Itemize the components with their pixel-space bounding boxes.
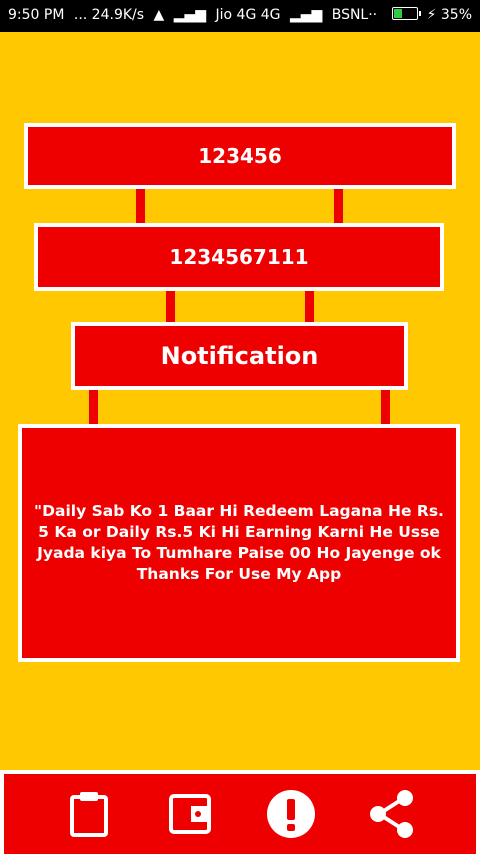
clipboard-icon	[69, 792, 108, 837]
connector	[381, 386, 390, 428]
connector	[89, 386, 98, 428]
bottom-nav-bar	[0, 770, 480, 854]
notification-header[interactable]: Notification	[71, 322, 408, 390]
connector	[166, 287, 175, 326]
share-button[interactable]	[366, 788, 418, 840]
notification-message-box: "Daily Sab Ko 1 Baar Hi Redeem Lagana He…	[18, 424, 460, 662]
code-box-1-text: 123456	[198, 144, 282, 168]
status-left: 9:50 PM ... 24.9K/s ▲ ▂▄▆ Jio 4G 4G ▂▄▆ …	[8, 7, 382, 23]
notification-title: Notification	[160, 342, 319, 370]
network-speed: ... 24.9K/s	[73, 7, 145, 23]
status-right: ⚡ 35%	[392, 7, 472, 23]
alert-icon	[266, 790, 315, 838]
carrier-bsnl: BSNL··	[331, 7, 378, 23]
charging-icon: ⚡	[426, 7, 437, 23]
connector	[136, 185, 145, 227]
status-bar: 9:50 PM ... 24.9K/s ▲ ▂▄▆ Jio 4G 4G ▂▄▆ …	[0, 0, 480, 32]
signal-icon: ▂▄▆	[173, 7, 207, 23]
wallet-icon	[168, 794, 211, 834]
notification-message: "Daily Sab Ko 1 Baar Hi Redeem Lagana He…	[34, 502, 444, 583]
battery-icon	[392, 7, 422, 20]
connector	[305, 287, 314, 326]
code-box-2[interactable]: 1234567111	[34, 223, 444, 291]
signal-icon-2: ▂▄▆	[289, 7, 323, 23]
wifi-icon: ▲	[153, 7, 165, 23]
clipboard-button[interactable]	[63, 788, 115, 840]
battery-percent: 35%	[440, 7, 472, 23]
connector	[334, 185, 343, 227]
code-box-2-text: 1234567111	[169, 245, 309, 269]
alert-button[interactable]	[265, 788, 317, 840]
battery-fill	[394, 9, 403, 18]
status-time: 9:50 PM	[8, 7, 65, 23]
carrier-jio: Jio 4G 4G	[215, 7, 281, 23]
share-icon	[369, 790, 413, 838]
wallet-button[interactable]	[164, 788, 216, 840]
code-box-1[interactable]: 123456	[24, 123, 456, 189]
